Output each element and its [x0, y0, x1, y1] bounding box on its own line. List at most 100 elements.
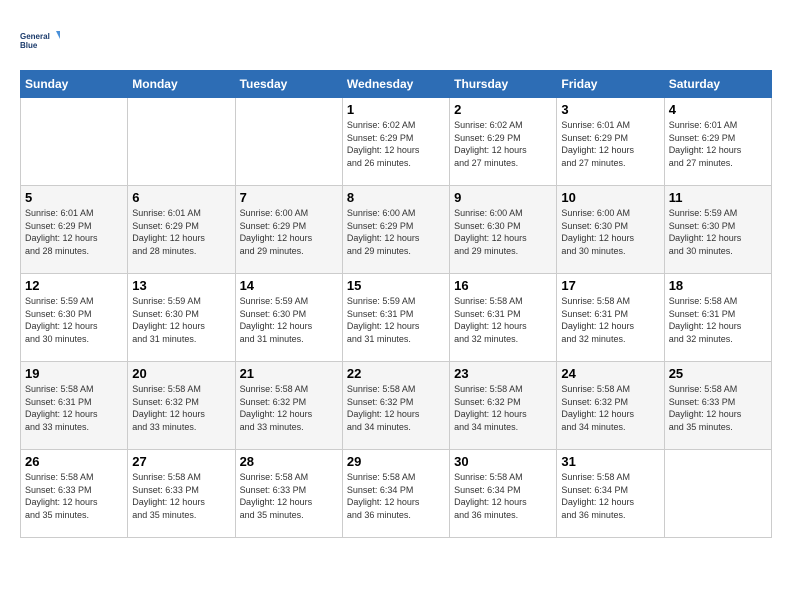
calendar-week-row: 5 Sunrise: 6:01 AMSunset: 6:29 PMDaylight…: [21, 186, 772, 274]
day-number: 24: [561, 366, 659, 381]
day-number: 27: [132, 454, 230, 469]
day-info: Sunrise: 6:00 AMSunset: 6:29 PMDaylight:…: [347, 207, 445, 257]
day-info: Sunrise: 5:58 AMSunset: 6:34 PMDaylight:…: [454, 471, 552, 521]
weekday-header: Wednesday: [342, 71, 449, 98]
calendar-cell: 30 Sunrise: 5:58 AMSunset: 6:34 PMDayligh…: [450, 450, 557, 538]
day-number: 21: [240, 366, 338, 381]
calendar-cell: 27 Sunrise: 5:58 AMSunset: 6:33 PMDayligh…: [128, 450, 235, 538]
calendar-cell: 1 Sunrise: 6:02 AMSunset: 6:29 PMDaylight…: [342, 98, 449, 186]
day-info: Sunrise: 6:01 AMSunset: 6:29 PMDaylight:…: [132, 207, 230, 257]
day-number: 22: [347, 366, 445, 381]
calendar-cell: 19Sunrise: 5:58 AMSunset: 6:31 PMDayligh…: [21, 362, 128, 450]
day-number: 30: [454, 454, 552, 469]
day-number: 2: [454, 102, 552, 117]
day-number: 31: [561, 454, 659, 469]
weekday-header: Friday: [557, 71, 664, 98]
weekday-header: Thursday: [450, 71, 557, 98]
calendar-cell: [128, 98, 235, 186]
day-info: Sunrise: 5:58 AMSunset: 6:34 PMDaylight:…: [347, 471, 445, 521]
day-info: Sunrise: 5:59 AMSunset: 6:30 PMDaylight:…: [25, 295, 123, 345]
day-info: Sunrise: 5:59 AMSunset: 6:30 PMDaylight:…: [669, 207, 767, 257]
weekday-header: Monday: [128, 71, 235, 98]
day-info: Sunrise: 5:58 AMSunset: 6:31 PMDaylight:…: [454, 295, 552, 345]
day-number: 28: [240, 454, 338, 469]
calendar-cell: 18 Sunrise: 5:58 AMSunset: 6:31 PMDayligh…: [664, 274, 771, 362]
day-number: 15: [347, 278, 445, 293]
calendar-cell: 25 Sunrise: 5:58 AMSunset: 6:33 PMDayligh…: [664, 362, 771, 450]
day-info: Sunrise: 6:00 AMSunset: 6:30 PMDaylight:…: [454, 207, 552, 257]
svg-text:General: General: [20, 32, 50, 41]
calendar-cell: 17 Sunrise: 5:58 AMSunset: 6:31 PMDayligh…: [557, 274, 664, 362]
calendar-cell: [235, 98, 342, 186]
day-info: Sunrise: 5:58 AMSunset: 6:33 PMDaylight:…: [240, 471, 338, 521]
day-info: Sunrise: 5:58 AMSunset: 6:33 PMDaylight:…: [25, 471, 123, 521]
calendar-cell: 9 Sunrise: 6:00 AMSunset: 6:30 PMDaylight…: [450, 186, 557, 274]
day-info: Sunrise: 6:01 AMSunset: 6:29 PMDaylight:…: [669, 119, 767, 169]
calendar-cell: 22 Sunrise: 5:58 AMSunset: 6:32 PMDayligh…: [342, 362, 449, 450]
calendar-cell: 12 Sunrise: 5:59 AMSunset: 6:30 PMDayligh…: [21, 274, 128, 362]
day-number: 1: [347, 102, 445, 117]
calendar-cell: 16 Sunrise: 5:58 AMSunset: 6:31 PMDayligh…: [450, 274, 557, 362]
day-info: Sunrise: 5:58 AMSunset: 6:33 PMDaylight:…: [669, 383, 767, 433]
day-number: 3: [561, 102, 659, 117]
day-info: Sunrise: 5:58 AMSunset: 6:31 PMDaylight:…: [669, 295, 767, 345]
day-number: 25: [669, 366, 767, 381]
calendar-cell: 10Sunrise: 6:00 AMSunset: 6:30 PMDayligh…: [557, 186, 664, 274]
day-number: 13: [132, 278, 230, 293]
day-number: 14: [240, 278, 338, 293]
calendar-header-row: SundayMondayTuesdayWednesdayThursdayFrid…: [21, 71, 772, 98]
calendar-week-row: 12 Sunrise: 5:59 AMSunset: 6:30 PMDayligh…: [21, 274, 772, 362]
calendar-cell: 20 Sunrise: 5:58 AMSunset: 6:32 PMDayligh…: [128, 362, 235, 450]
day-info: Sunrise: 5:58 AMSunset: 6:32 PMDaylight:…: [347, 383, 445, 433]
day-number: 4: [669, 102, 767, 117]
day-number: 7: [240, 190, 338, 205]
calendar-cell: 4 Sunrise: 6:01 AMSunset: 6:29 PMDaylight…: [664, 98, 771, 186]
day-number: 20: [132, 366, 230, 381]
calendar-week-row: 19Sunrise: 5:58 AMSunset: 6:31 PMDayligh…: [21, 362, 772, 450]
calendar-cell: 31 Sunrise: 5:58 AMSunset: 6:34 PMDayligh…: [557, 450, 664, 538]
day-info: Sunrise: 6:00 AMSunset: 6:29 PMDaylight:…: [240, 207, 338, 257]
logo: General Blue: [20, 20, 60, 60]
day-number: 12: [25, 278, 123, 293]
calendar-cell: 8 Sunrise: 6:00 AMSunset: 6:29 PMDaylight…: [342, 186, 449, 274]
calendar-cell: 26Sunrise: 5:58 AMSunset: 6:33 PMDayligh…: [21, 450, 128, 538]
day-info: Sunrise: 6:01 AMSunset: 6:29 PMDaylight:…: [561, 119, 659, 169]
calendar-cell: 5 Sunrise: 6:01 AMSunset: 6:29 PMDaylight…: [21, 186, 128, 274]
day-info: Sunrise: 5:59 AMSunset: 6:31 PMDaylight:…: [347, 295, 445, 345]
day-info: Sunrise: 5:58 AMSunset: 6:31 PMDaylight:…: [561, 295, 659, 345]
day-info: Sunrise: 6:01 AMSunset: 6:29 PMDaylight:…: [25, 207, 123, 257]
calendar-table: SundayMondayTuesdayWednesdayThursdayFrid…: [20, 70, 772, 538]
day-info: Sunrise: 5:58 AMSunset: 6:34 PMDaylight:…: [561, 471, 659, 521]
calendar-cell: 21 Sunrise: 5:58 AMSunset: 6:32 PMDayligh…: [235, 362, 342, 450]
page-header: General Blue: [20, 20, 772, 60]
calendar-cell: 7 Sunrise: 6:00 AMSunset: 6:29 PMDaylight…: [235, 186, 342, 274]
calendar-cell: 11Sunrise: 5:59 AMSunset: 6:30 PMDayligh…: [664, 186, 771, 274]
day-number: 6: [132, 190, 230, 205]
day-info: Sunrise: 6:00 AMSunset: 6:30 PMDaylight:…: [561, 207, 659, 257]
logo-icon: General Blue: [20, 20, 60, 60]
day-info: Sunrise: 5:58 AMSunset: 6:32 PMDaylight:…: [240, 383, 338, 433]
day-info: Sunrise: 6:02 AMSunset: 6:29 PMDaylight:…: [454, 119, 552, 169]
day-number: 23: [454, 366, 552, 381]
weekday-header: Tuesday: [235, 71, 342, 98]
day-info: Sunrise: 6:02 AMSunset: 6:29 PMDaylight:…: [347, 119, 445, 169]
day-number: 8: [347, 190, 445, 205]
day-info: Sunrise: 5:58 AMSunset: 6:32 PMDaylight:…: [454, 383, 552, 433]
weekday-header: Saturday: [664, 71, 771, 98]
calendar-cell: 24Sunrise: 5:58 AMSunset: 6:32 PMDayligh…: [557, 362, 664, 450]
day-info: Sunrise: 5:58 AMSunset: 6:33 PMDaylight:…: [132, 471, 230, 521]
calendar-week-row: 1 Sunrise: 6:02 AMSunset: 6:29 PMDaylight…: [21, 98, 772, 186]
day-number: 17: [561, 278, 659, 293]
calendar-cell: 6 Sunrise: 6:01 AMSunset: 6:29 PMDaylight…: [128, 186, 235, 274]
calendar-cell: 14Sunrise: 5:59 AMSunset: 6:30 PMDayligh…: [235, 274, 342, 362]
calendar-cell: 23 Sunrise: 5:58 AMSunset: 6:32 PMDayligh…: [450, 362, 557, 450]
calendar-cell: 2 Sunrise: 6:02 AMSunset: 6:29 PMDaylight…: [450, 98, 557, 186]
day-info: Sunrise: 5:59 AMSunset: 6:30 PMDaylight:…: [132, 295, 230, 345]
calendar-cell: 13 Sunrise: 5:59 AMSunset: 6:30 PMDayligh…: [128, 274, 235, 362]
day-info: Sunrise: 5:58 AMSunset: 6:32 PMDaylight:…: [132, 383, 230, 433]
day-number: 5: [25, 190, 123, 205]
day-number: 16: [454, 278, 552, 293]
day-number: 18: [669, 278, 767, 293]
calendar-cell: 3 Sunrise: 6:01 AMSunset: 6:29 PMDaylight…: [557, 98, 664, 186]
day-number: 9: [454, 190, 552, 205]
